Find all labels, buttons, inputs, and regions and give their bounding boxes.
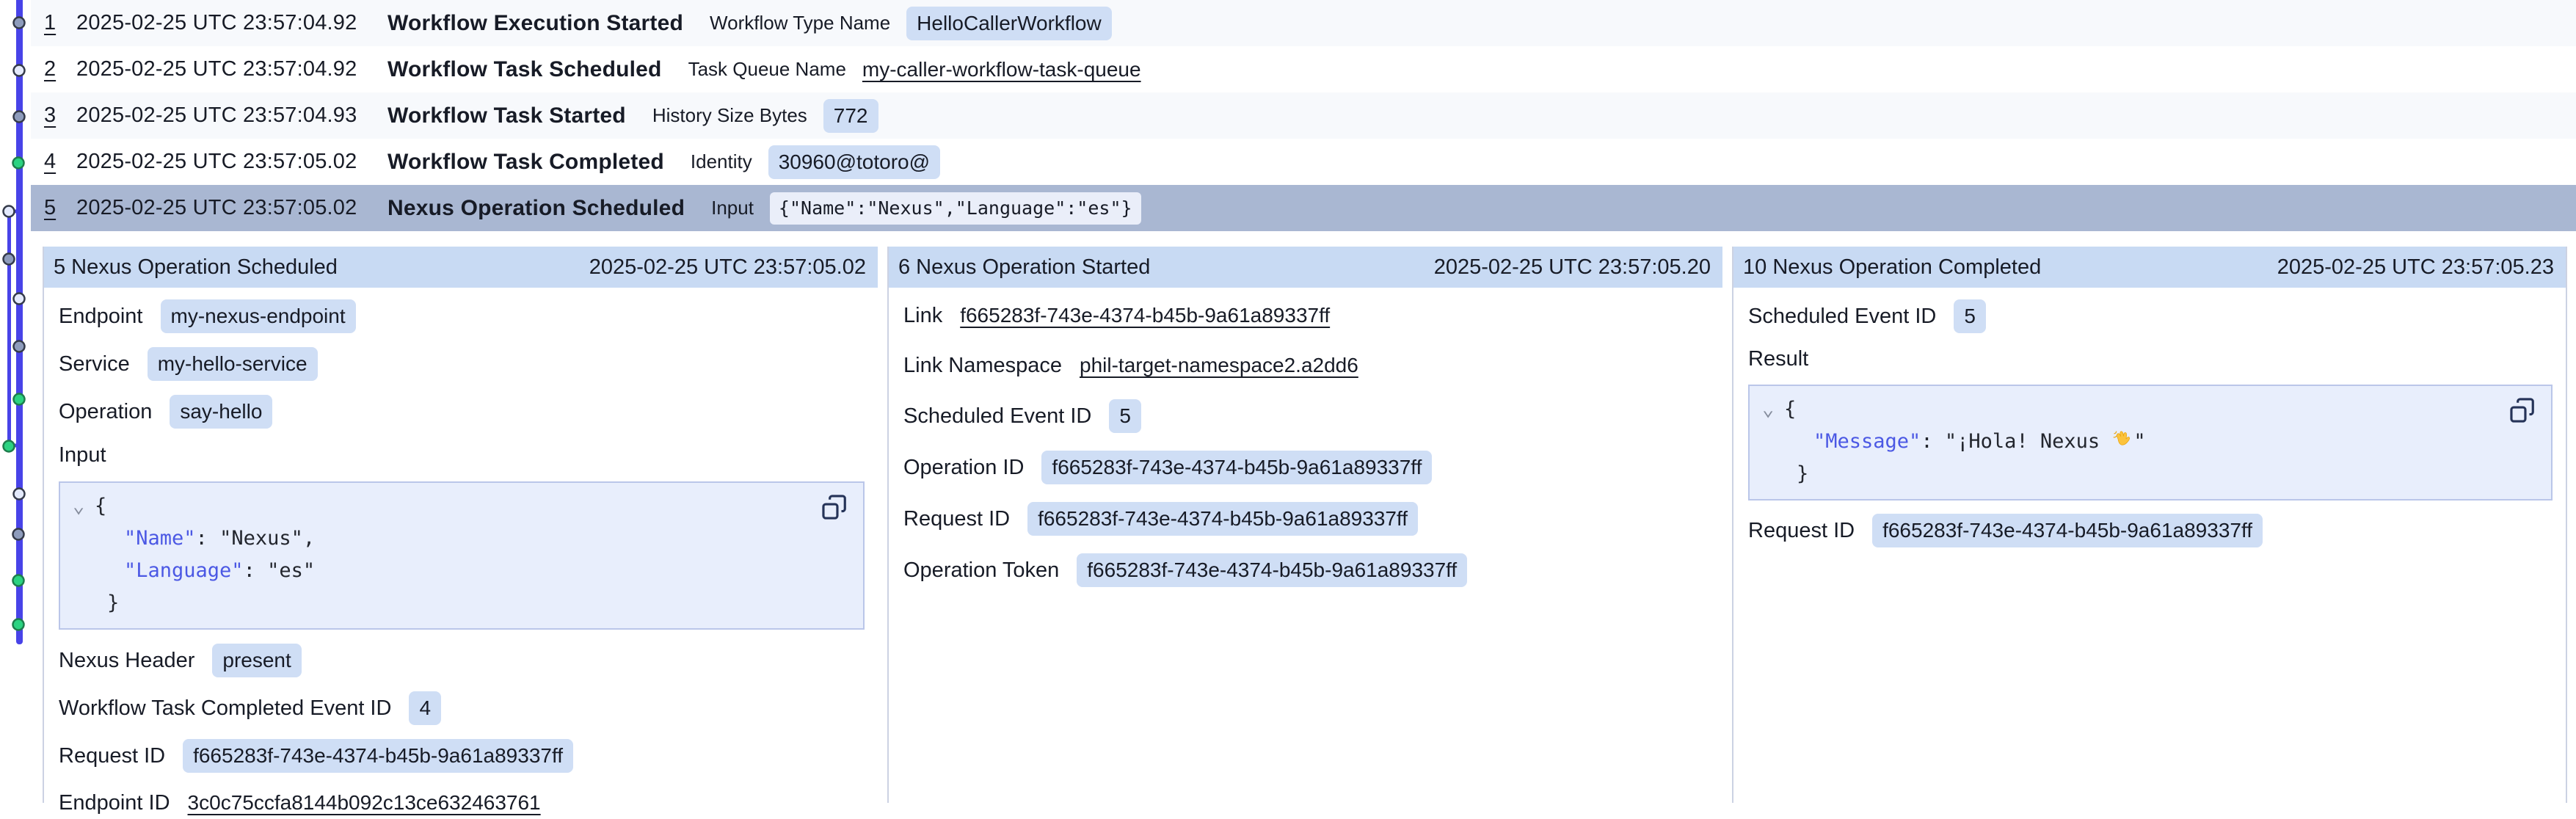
input-label: Input: [59, 443, 106, 467]
panel-title: 5 Nexus Operation Scheduled: [54, 255, 338, 280]
event-timestamp: 2025-02-25 UTC 23:57:04.92: [76, 11, 388, 35]
event-name: Nexus Operation Scheduled: [388, 196, 685, 221]
chevron-down-icon[interactable]: ⌄: [73, 490, 95, 523]
endpoint-badge: my-nexus-endpoint: [161, 299, 356, 333]
operation-id-badge: f665283f-743e-4374-b45b-9a61a89337ff: [1041, 451, 1432, 484]
event-row-4[interactable]: 4 2025-02-25 UTC 23:57:05.02 Workflow Ta…: [31, 139, 2576, 185]
timeline-rail: [0, 0, 32, 803]
request-id-badge: f665283f-743e-4374-b45b-9a61a89337ff: [1027, 502, 1418, 536]
panel-nexus-operation-started: 6 Nexus Operation Started 2025-02-25 UTC…: [887, 247, 1722, 803]
panel-timestamp: 2025-02-25 UTC 23:57:05.23: [2277, 255, 2554, 280]
event-attr-label: Input: [711, 197, 754, 219]
event-attr-value-badge: 30960@totoro@: [768, 145, 940, 179]
result-label: Result: [1748, 347, 1808, 371]
field-label: Service: [59, 352, 130, 376]
copy-icon[interactable]: [2508, 396, 2536, 424]
field-label: Nexus Header: [59, 649, 194, 673]
event-id-link[interactable]: 1: [44, 11, 76, 35]
field-label: Request ID: [1748, 519, 1855, 543]
nexus-header-badge: present: [212, 644, 301, 677]
panel-nexus-operation-scheduled: 5 Nexus Operation Scheduled 2025-02-25 U…: [43, 247, 878, 803]
event-id-link[interactable]: 3: [44, 103, 76, 128]
waving-hand-emoji: [2111, 428, 2133, 450]
event-timestamp: 2025-02-25 UTC 23:57:04.93: [76, 103, 388, 128]
event-detail-panels: 5 Nexus Operation Scheduled 2025-02-25 U…: [43, 247, 2567, 803]
event-id-link[interactable]: 2: [44, 57, 76, 81]
field-label: Link: [903, 304, 942, 328]
request-id-badge: f665283f-743e-4374-b45b-9a61a89337ff: [183, 739, 573, 773]
operation-badge: say-hello: [170, 395, 272, 429]
event-timestamp: 2025-02-25 UTC 23:57:04.92: [76, 57, 388, 81]
event-row-2[interactable]: 2 2025-02-25 UTC 23:57:04.92 Workflow Ta…: [31, 46, 2576, 92]
field-label: Link Namespace: [903, 354, 1062, 378]
event-attr-label: Task Queue Name: [688, 58, 846, 81]
panel-timestamp: 2025-02-25 UTC 23:57:05.20: [1434, 255, 1711, 280]
event-attr-value-badge: HelloCallerWorkflow: [906, 7, 1112, 40]
event-attr-label: Identity: [691, 150, 752, 173]
field-label: Operation ID: [903, 456, 1024, 480]
field-label: Endpoint: [59, 305, 143, 329]
panel-nexus-operation-completed: 10 Nexus Operation Completed 2025-02-25 …: [1732, 247, 2567, 803]
operation-token-badge: f665283f-743e-4374-b45b-9a61a89337ff: [1077, 553, 1467, 587]
event-row-5-selected[interactable]: 5 2025-02-25 UTC 23:57:05.02 Nexus Opera…: [31, 185, 2576, 231]
input-json-code-block: ⌄{ "Name": "Nexus", "Language": "es" }: [59, 481, 865, 630]
panel-title: 6 Nexus Operation Started: [898, 255, 1150, 280]
field-label: Operation: [59, 400, 152, 424]
field-label: Operation Token: [903, 558, 1059, 583]
event-row-1[interactable]: 1 2025-02-25 UTC 23:57:04.92 Workflow Ex…: [31, 0, 2576, 46]
event-history-list: 1 2025-02-25 UTC 23:57:04.92 Workflow Ex…: [31, 0, 2576, 231]
field-label: Scheduled Event ID: [1748, 305, 1936, 329]
event-name: Workflow Task Started: [388, 103, 626, 128]
field-label: Endpoint ID: [59, 791, 170, 815]
endpoint-id-link[interactable]: 3c0c75ccfa8144b092c13ce632463761: [188, 791, 541, 815]
result-json-code-block: ⌄{ "Message": "¡Hola! Nexus " }: [1748, 385, 2553, 500]
panel-title: 10 Nexus Operation Completed: [1743, 255, 2041, 280]
field-label: Scheduled Event ID: [903, 404, 1091, 429]
event-name: Workflow Task Completed: [388, 150, 664, 175]
task-queue-link[interactable]: my-caller-workflow-task-queue: [862, 58, 1141, 81]
panel-header: 10 Nexus Operation Completed 2025-02-25 …: [1733, 247, 2566, 288]
timeline-graph-icon: [0, 0, 32, 803]
event-row-3[interactable]: 3 2025-02-25 UTC 23:57:04.93 Workflow Ta…: [31, 92, 2576, 139]
panel-timestamp: 2025-02-25 UTC 23:57:05.02: [589, 255, 866, 280]
field-label: Request ID: [59, 744, 165, 768]
service-badge: my-hello-service: [148, 347, 318, 381]
panel-header: 6 Nexus Operation Started 2025-02-25 UTC…: [889, 247, 1722, 288]
link-namespace-link[interactable]: phil-target-namespace2.a2dd6: [1080, 354, 1358, 377]
event-attr-value-badge: 772: [823, 99, 878, 133]
request-id-badge: f665283f-743e-4374-b45b-9a61a89337ff: [1872, 514, 2263, 547]
event-timestamp: 2025-02-25 UTC 23:57:05.02: [76, 196, 388, 220]
scheduled-event-id-badge: 5: [1954, 299, 1986, 333]
copy-icon[interactable]: [821, 493, 848, 521]
link-event-link[interactable]: f665283f-743e-4374-b45b-9a61a89337ff: [960, 304, 1330, 327]
event-attr-label: History Size Bytes: [652, 104, 807, 127]
event-id-link[interactable]: 5: [44, 196, 76, 220]
event-id-link[interactable]: 4: [44, 150, 76, 174]
panel-header: 5 Nexus Operation Scheduled 2025-02-25 U…: [44, 247, 878, 288]
field-label: Request ID: [903, 507, 1010, 531]
event-name: Workflow Task Scheduled: [388, 57, 662, 82]
event-input-json-chip: {"Name":"Nexus","Language":"es"}: [770, 192, 1141, 225]
chevron-down-icon[interactable]: ⌄: [1762, 393, 1784, 426]
field-label: Workflow Task Completed Event ID: [59, 696, 391, 721]
scheduled-event-id-badge: 5: [1109, 399, 1141, 433]
event-name: Workflow Execution Started: [388, 11, 683, 36]
event-timestamp: 2025-02-25 UTC 23:57:05.02: [76, 150, 388, 174]
wtc-event-id-badge: 4: [409, 691, 441, 725]
event-attr-label: Workflow Type Name: [710, 12, 890, 34]
